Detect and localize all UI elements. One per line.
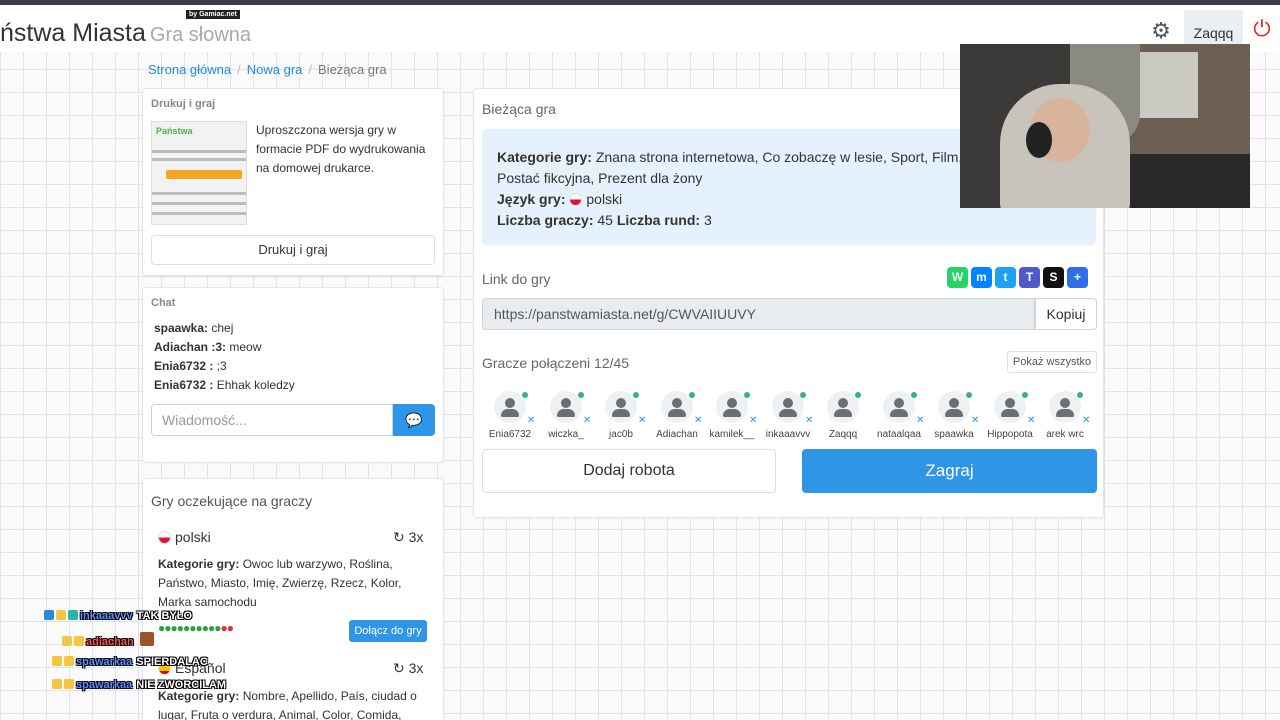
player-item[interactable]: ✕ Adiachan: [649, 391, 705, 441]
online-dot: [633, 392, 639, 398]
print-description: Uproszczona wersja gry w formacie PDF do…: [256, 123, 426, 175]
rounds-icon: ↻: [393, 529, 405, 545]
player-item[interactable]: ✕ wiczka_: [538, 391, 594, 441]
player-item[interactable]: ✕ arek wrc: [1037, 391, 1093, 441]
game-link-label: Link do gry: [482, 271, 551, 287]
gear-icon[interactable]: ⚙: [1148, 18, 1174, 44]
messenger-icon[interactable]: m: [971, 267, 992, 288]
online-dot: [1077, 392, 1083, 398]
show-all-button[interactable]: Pokaż wszystko: [1007, 351, 1097, 373]
game-info-text: Kategorie gry: Znana strona internetowa,…: [497, 149, 963, 228]
kick-icon[interactable]: ✕: [638, 415, 646, 426]
kick-icon[interactable]: ✕: [971, 415, 979, 426]
thumbnail-logo: Państwa: [156, 126, 193, 136]
twitter-icon[interactable]: t: [995, 267, 1016, 288]
player-item[interactable]: ✕ kamilek__: [704, 391, 760, 441]
print-card-title: Drukuj i graj: [151, 98, 216, 110]
power-icon[interactable]: ⏻: [1249, 16, 1275, 42]
breadcrumb-new-game[interactable]: Nowa gra: [247, 62, 303, 77]
chat-message: spaawka: chej: [154, 321, 234, 335]
add-robot-button[interactable]: Dodaj robota: [482, 449, 776, 493]
game-categories: Kategorie gry: Nombre, Apellido, País, c…: [158, 689, 417, 720]
game-categories: Kategorie gry: Owoc lub warzywo, Roślina…: [158, 557, 402, 609]
play-button[interactable]: Zagraj: [802, 449, 1097, 493]
print-thumbnail: Państwa: [151, 121, 247, 225]
online-dot: [689, 392, 695, 398]
game-language: polski: [158, 529, 211, 545]
chat-message: Adiachan :3: meow: [154, 340, 262, 354]
chat-bubble-icon: 💬: [405, 412, 423, 428]
player-item[interactable]: ✕ Hippopota: [982, 391, 1038, 441]
game-rounds: ↻ 3x: [393, 529, 424, 545]
stream-chat-line: adiachan: [62, 632, 156, 648]
print-button[interactable]: Drukuj i graj: [151, 235, 435, 265]
teams-icon[interactable]: T: [1019, 267, 1040, 288]
online-dot: [800, 392, 806, 398]
brand-subtitle: Gra słowna: [149, 24, 252, 46]
flag-pl-icon: [569, 193, 583, 206]
connected-players-label: Gracze połączeni 12/45: [482, 355, 630, 371]
webcam-overlay: [960, 44, 1250, 208]
current-game-title: Bieżąca gra: [482, 101, 556, 117]
stream-chat-line: inkaaavvv TAK BYŁO: [44, 610, 192, 622]
breadcrumb-current: Bieżąca gra: [318, 62, 387, 77]
game-language-value: polski: [586, 191, 623, 207]
breadcrumb-home[interactable]: Strona główna: [148, 62, 231, 77]
online-dot: [911, 392, 917, 398]
join-game-button[interactable]: Dołącz do gry: [349, 620, 427, 642]
kick-icon[interactable]: ✕: [583, 415, 591, 426]
player-item[interactable]: ✕ nataalqaa: [871, 391, 927, 441]
print-card: Drukuj i graj Państwa Uproszczona wersja…: [142, 88, 444, 276]
stream-chat-line: spawarkaa NIE ZWORCILAM: [52, 679, 226, 691]
game-link-input[interactable]: https://panstwamiasta.net/g/CWVAIIUUVY: [482, 298, 1035, 330]
whatsapp-icon[interactable]: W: [947, 267, 968, 288]
player-item[interactable]: ✕ Enia6732: [482, 391, 538, 441]
game-players-indicator: ●●●●●●●●●●●●: [158, 621, 234, 635]
share-plus-icon[interactable]: +: [1067, 267, 1088, 288]
kick-icon[interactable]: ✕: [694, 415, 702, 426]
player-item-self: Zaqqq: [815, 391, 871, 441]
gamiac-badge[interactable]: by Gamiac.net: [186, 10, 240, 19]
kick-icon[interactable]: ✕: [1082, 415, 1090, 426]
copy-link-button[interactable]: Kopiuj: [1035, 298, 1097, 330]
game-rounds: ↻ 3x: [393, 660, 424, 676]
chat-message: Enia6732 : ;3: [154, 359, 227, 373]
kick-icon[interactable]: ✕: [527, 415, 535, 426]
kick-icon[interactable]: ✕: [805, 415, 813, 426]
online-dot: [522, 392, 528, 398]
player-item[interactable]: ✕ spaawka: [926, 391, 982, 441]
kick-icon[interactable]: ✕: [749, 415, 757, 426]
online-dot: [744, 392, 750, 398]
chat-title: Chat: [151, 297, 176, 309]
chat-message: Enia6732 : Ehhak koledzy: [154, 378, 295, 392]
emote-icon: [139, 632, 154, 646]
online-dot: [578, 392, 584, 398]
kick-icon[interactable]: ✕: [916, 415, 924, 426]
player-item[interactable]: ✕ jac0b: [593, 391, 649, 441]
stream-chat-line: spawarkaa SPIERDALAC: [52, 656, 208, 668]
chat-send-button[interactable]: 💬: [393, 404, 435, 436]
kick-icon[interactable]: ✕: [1027, 415, 1035, 426]
online-dot: [1022, 392, 1028, 398]
flag-pl-icon: [158, 531, 171, 544]
breadcrumb: Strona główna / Nowa gra / Bieżąca gra: [148, 62, 387, 77]
chat-card: Chat spaawka: chej Adiachan :3: meow Eni…: [142, 287, 444, 463]
brand-logo[interactable]: ństwa Miasta Gra słowna: [0, 19, 251, 48]
waiting-games-title: Gry oczekujące na graczy: [151, 493, 313, 509]
rounds-icon: ↻: [393, 660, 405, 676]
snapchat-icon[interactable]: S: [1043, 267, 1064, 288]
online-dot: [966, 392, 972, 398]
chat-input[interactable]: Wiadomość...: [151, 404, 393, 436]
player-item[interactable]: ✕ inkaaavvv: [760, 391, 816, 441]
online-dot: [855, 392, 861, 398]
